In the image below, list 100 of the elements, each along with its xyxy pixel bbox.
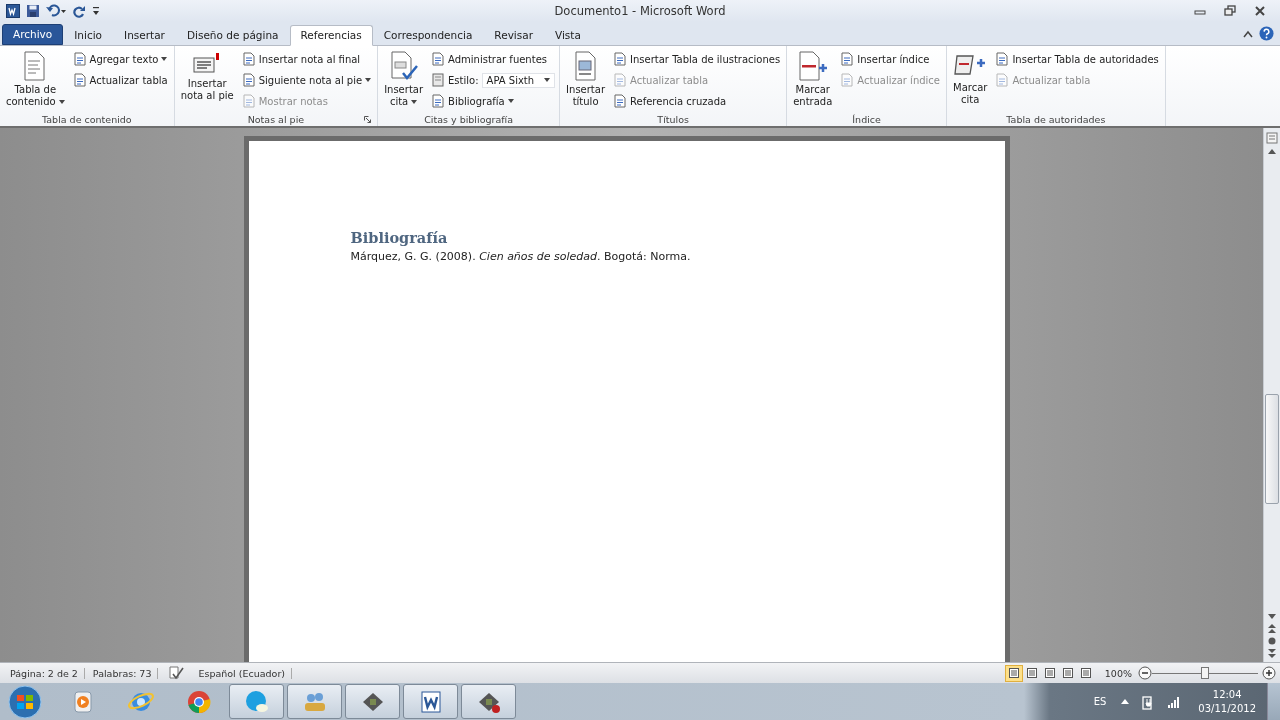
page-view-icon xyxy=(1079,667,1092,679)
restore-icon[interactable] xyxy=(1224,5,1236,17)
group-label: Tabla de autoridades xyxy=(1006,113,1106,125)
ribbon-button[interactable]: Referencia cruzada xyxy=(611,91,783,111)
document-small-icon xyxy=(241,52,256,66)
ribbon-button[interactable]: Siguiente nota al pie xyxy=(239,70,374,90)
input-language[interactable]: ES xyxy=(1093,696,1107,707)
language-indicator[interactable]: Español (Ecuador) xyxy=(192,667,292,679)
view-button[interactable] xyxy=(1004,664,1023,682)
caret-icon xyxy=(365,78,372,82)
browser-wheel-icon xyxy=(185,688,212,715)
redo-icon[interactable] xyxy=(72,4,86,18)
document-check-icon xyxy=(388,51,419,81)
ribbon-tab[interactable]: Correspondencia xyxy=(372,25,484,46)
document-small-icon xyxy=(72,73,87,87)
ribbon-tab[interactable]: Insertar xyxy=(113,25,176,46)
document-small-icon xyxy=(840,73,855,87)
caret-icon xyxy=(544,78,551,82)
vertical-scrollbar[interactable] xyxy=(1263,128,1280,662)
group-label: Índice xyxy=(852,113,881,125)
group-label: Notas al pie xyxy=(247,113,305,125)
customize-caret-icon[interactable] xyxy=(92,5,100,17)
signal-icon[interactable] xyxy=(1167,695,1182,708)
caret-icon xyxy=(161,57,168,61)
ribbon-button[interactable]: Insertar Tabla de autoridades xyxy=(993,49,1161,69)
ribbon-button[interactable]: Bibliografía xyxy=(429,91,556,111)
previous-page-icon[interactable] xyxy=(1268,624,1276,633)
proofing-icon[interactable] xyxy=(168,666,185,680)
style-dropdown[interactable]: APA Sixth xyxy=(481,72,556,88)
document-small-icon xyxy=(995,73,1010,87)
group-label: Títulos xyxy=(657,113,689,125)
power-plug-icon[interactable] xyxy=(1142,693,1155,710)
start-button[interactable] xyxy=(8,684,42,719)
page-view-icon xyxy=(1007,667,1020,679)
ribbon-large-button[interactable]: Insertar nota al pie xyxy=(178,49,236,112)
ribbon-large-button[interactable]: Marcar cita xyxy=(951,49,990,112)
ribbon-button[interactable]: Agregar texto xyxy=(70,49,170,69)
word-count[interactable]: Palabras: 73 xyxy=(86,667,159,679)
ribbon-large-button[interactable]: Marcar entrada xyxy=(791,49,835,112)
document-small-icon xyxy=(431,52,446,66)
document-small-icon xyxy=(431,94,446,108)
document-small-icon xyxy=(241,73,256,87)
clock-time[interactable]: 12:04 xyxy=(1212,687,1242,702)
save-icon[interactable] xyxy=(26,4,40,18)
caret-icon xyxy=(58,100,65,104)
scroll-down-icon[interactable] xyxy=(1268,614,1276,620)
document-small-icon xyxy=(995,52,1010,66)
next-page-icon[interactable] xyxy=(1268,649,1276,658)
dialog-launcher-icon[interactable] xyxy=(364,116,372,123)
zoom-slider[interactable] xyxy=(1152,666,1258,680)
ribbon-button[interactable]: Insertar Tabla de ilustraciones xyxy=(611,49,783,69)
chat-bubble-icon xyxy=(243,688,270,715)
zoom-thumb[interactable] xyxy=(1201,667,1209,679)
ruler-toggle-icon[interactable] xyxy=(1266,132,1278,144)
show-hidden-icons-icon[interactable] xyxy=(1121,699,1130,704)
taskbar-app[interactable] xyxy=(461,684,516,719)
taskbar-app[interactable] xyxy=(229,684,284,719)
ribbon-large-button[interactable]: Tabla de contenido xyxy=(4,49,67,112)
book-icon xyxy=(431,73,446,87)
window-title: Documento1 - Microsoft Word xyxy=(554,4,726,18)
ribbon-button[interactable]: Administrar fuentes xyxy=(429,49,556,69)
ribbon-tab[interactable]: Diseño de página xyxy=(175,25,290,46)
document-small-icon xyxy=(72,52,87,66)
word-logo-icon[interactable] xyxy=(6,4,20,18)
minimize-ribbon-icon[interactable] xyxy=(1243,29,1253,38)
ribbon-button[interactable]: Insertar nota al final xyxy=(239,49,374,69)
ribbon-large-button[interactable]: Insertar título xyxy=(564,49,608,112)
document-picture-icon xyxy=(572,51,599,81)
ribbon-tab[interactable]: Archivo xyxy=(2,24,64,45)
ribbon-tab[interactable]: Vista xyxy=(544,25,592,46)
document-small-icon xyxy=(241,94,256,108)
page-view-icon xyxy=(1025,667,1038,679)
scroll-up-icon[interactable] xyxy=(1268,148,1276,154)
page-view-icon xyxy=(1043,667,1056,679)
close-icon[interactable] xyxy=(1254,5,1266,17)
ribbon-large-button[interactable]: Insertar cita xyxy=(382,49,426,112)
ribbon-tab[interactable]: Inicio xyxy=(63,25,114,46)
taskbar-app[interactable] xyxy=(287,684,342,719)
undo-icon[interactable] xyxy=(46,4,66,18)
page-view-icon xyxy=(1061,667,1074,679)
taskbar-app[interactable] xyxy=(403,684,458,719)
help-icon[interactable] xyxy=(1259,26,1274,41)
zoom-out-icon[interactable] xyxy=(1138,666,1152,680)
ribbon-button[interactable]: Insertar índice xyxy=(838,49,942,69)
document-small-icon xyxy=(613,52,628,66)
document-small-icon xyxy=(613,94,628,108)
browse-object-icon[interactable] xyxy=(1268,637,1276,645)
page-count[interactable]: Página: 2 de 2 xyxy=(4,667,85,679)
scroll-thumb[interactable] xyxy=(1265,394,1279,504)
ribbon-tab[interactable]: Referencias xyxy=(289,25,373,46)
zoom-level[interactable]: 100% xyxy=(1104,667,1132,679)
caret-icon xyxy=(507,99,514,103)
taskbar-app[interactable] xyxy=(345,684,400,719)
group-label: Tabla de contenido xyxy=(42,113,132,125)
bibliography-heading: Bibliografía xyxy=(350,229,449,246)
ribbon-tab[interactable]: Revisar xyxy=(483,25,544,46)
zoom-in-icon[interactable] xyxy=(1262,666,1276,680)
ribbon-button[interactable]: Actualizar tabla xyxy=(70,70,170,90)
style-label: Estilo: xyxy=(448,74,479,86)
clock-date[interactable]: 03/11/2012 xyxy=(1198,701,1256,716)
